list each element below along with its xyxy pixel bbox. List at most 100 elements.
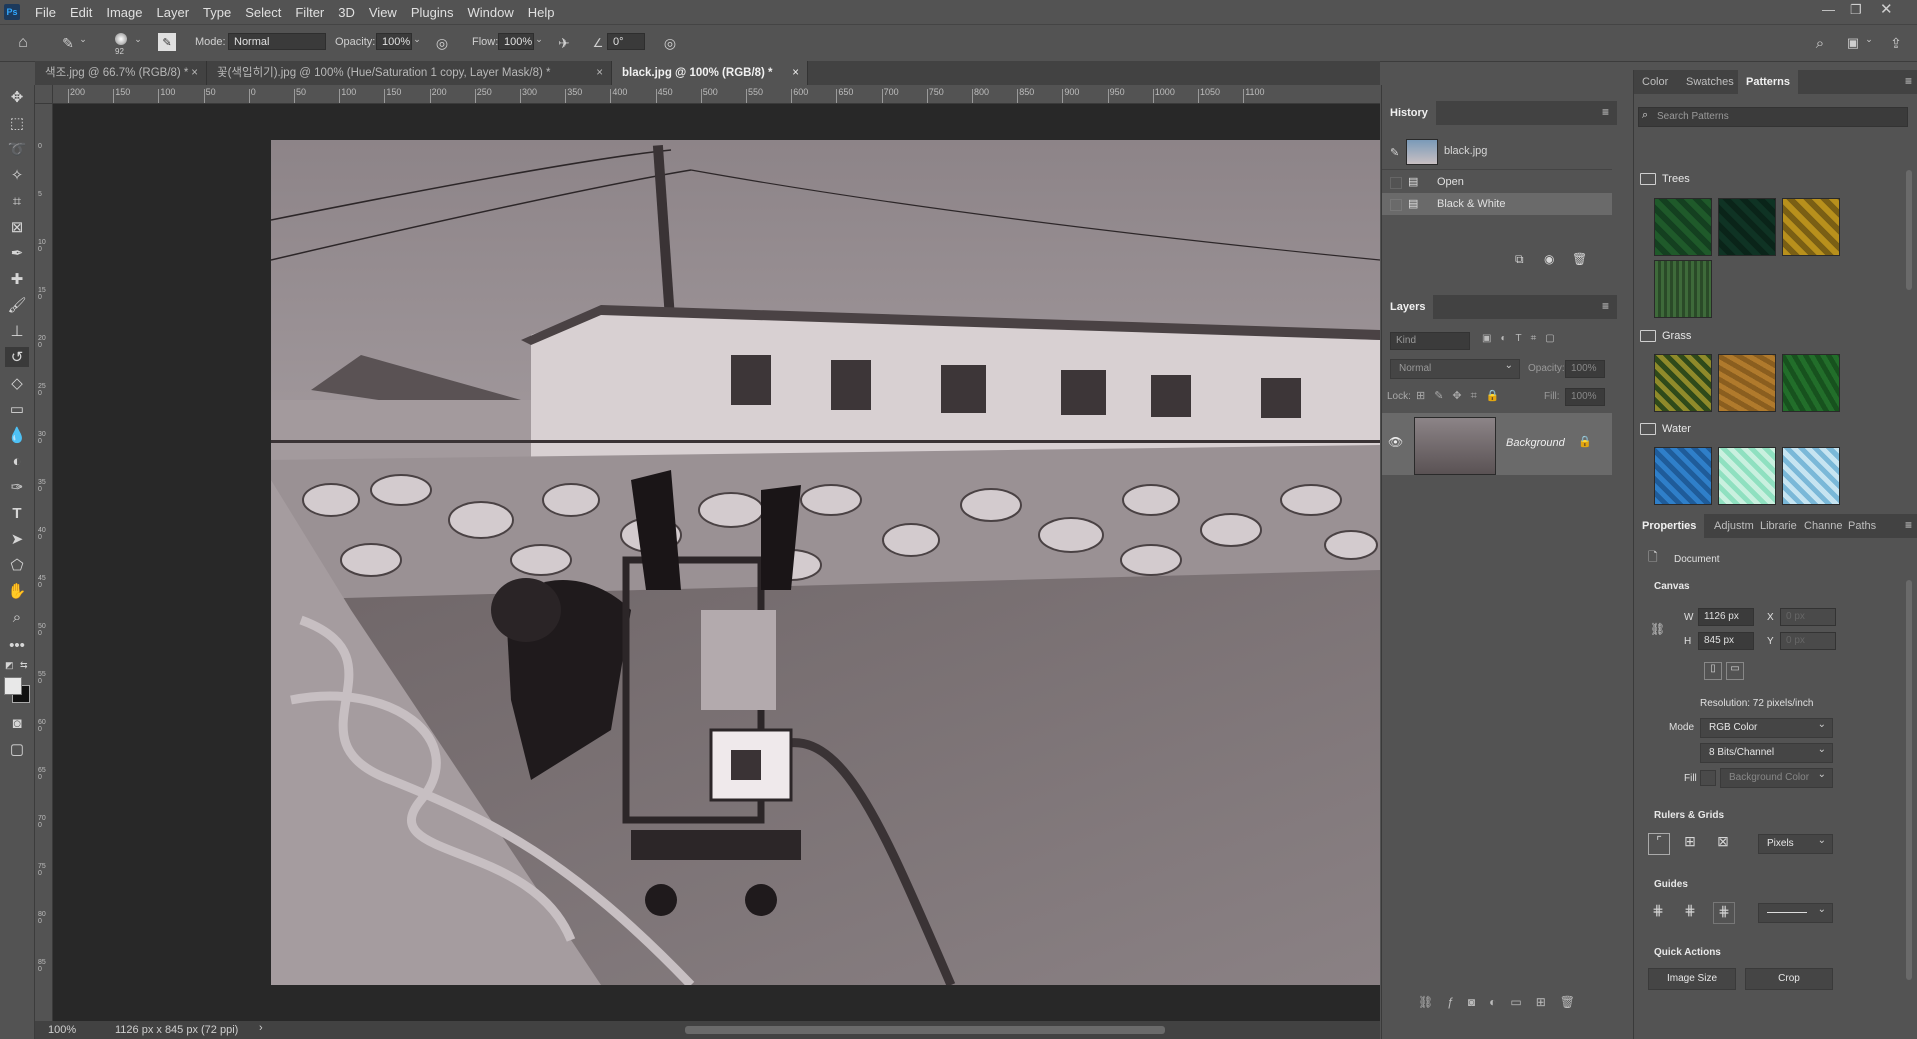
crop-button[interactable]: Crop <box>1745 968 1833 990</box>
layer-fill-field[interactable]: 100% <box>1565 388 1605 406</box>
status-arrow-icon[interactable]: › <box>259 1022 263 1034</box>
eyedropper-tool-icon[interactable]: ✒ <box>5 243 29 263</box>
share-icon[interactable]: ⇪ <box>1886 33 1906 53</box>
menu-plugins[interactable]: Plugins <box>404 5 461 20</box>
close-icon[interactable]: × <box>596 61 603 85</box>
pattern-swatch[interactable] <box>1718 447 1776 505</box>
horizontal-scrollbar[interactable] <box>685 1026 1165 1034</box>
eye-icon[interactable]: 👁 <box>1388 435 1403 449</box>
history-source-box[interactable] <box>1390 177 1402 189</box>
quick-mask-icon[interactable]: ◙ <box>5 713 29 733</box>
history-brush-source-icon[interactable]: ✎ <box>1390 146 1399 159</box>
panel-menu-icon[interactable]: ≡ <box>1905 74 1912 88</box>
chevron-down-icon[interactable]: ⌄ <box>133 34 143 45</box>
crop-tool-icon[interactable]: ⌗ <box>5 191 29 211</box>
menu-3d[interactable]: 3D <box>331 5 362 20</box>
menu-file[interactable]: File <box>28 5 63 20</box>
bit-depth-dropdown[interactable]: 8 Bits/Channel <box>1700 741 1833 763</box>
grid-icon[interactable]: ⊞ <box>1680 833 1700 853</box>
quick-select-tool-icon[interactable]: ✧ <box>5 165 29 185</box>
close-window-icon[interactable]: ✕ <box>1880 0 1893 18</box>
pattern-swatch[interactable] <box>1782 198 1840 256</box>
panel-menu-icon[interactable]: ≡ <box>1602 299 1609 313</box>
screen-mode-icon[interactable]: ▢ <box>5 739 29 759</box>
pattern-group-water[interactable]: Water <box>1640 423 1691 436</box>
guides-toggle-icon[interactable]: ⋕ <box>1648 902 1668 922</box>
tab-layers[interactable]: Layers <box>1382 295 1434 319</box>
pattern-swatch[interactable] <box>1654 447 1712 505</box>
zoom-level[interactable]: 100% <box>48 1024 76 1036</box>
panel-menu-icon[interactable]: ≡ <box>1905 518 1912 532</box>
brush-tool-icon[interactable]: 🖌 <box>5 295 29 315</box>
gradient-tool-icon[interactable]: ▭ <box>5 399 29 419</box>
menu-type[interactable]: Type <box>196 5 238 20</box>
tab-document-1[interactable]: 색조.jpg @ 66.7% (RGB/8) * × <box>35 61 207 85</box>
add-guide-icon[interactable]: ⋕ <box>1680 902 1700 922</box>
swap-colors-icon[interactable]: ⇆ <box>20 660 28 671</box>
properties-scrollbar[interactable] <box>1906 580 1912 980</box>
menu-edit[interactable]: Edit <box>63 5 99 20</box>
pattern-swatch[interactable] <box>1782 354 1840 412</box>
search-icon[interactable]: ⌕ <box>1810 33 1830 53</box>
path-select-icon[interactable]: ➤ <box>5 529 29 549</box>
healing-brush-icon[interactable]: ✚ <box>5 269 29 289</box>
color-mode-dropdown[interactable]: RGB Color <box>1700 716 1833 738</box>
more-tools-icon[interactable]: ••• <box>5 635 29 655</box>
pattern-swatch[interactable] <box>1718 198 1776 256</box>
layers-footer-icons[interactable]: ⛓ƒ◙◐▭⊞🗑 <box>1382 995 1617 1017</box>
history-snapshot[interactable]: ✎ black.jpg <box>1382 135 1612 170</box>
camera-icon[interactable]: ◉ <box>1544 252 1554 266</box>
mode-dropdown[interactable]: Normal <box>228 33 326 50</box>
rulers-grids-section-label[interactable]: Rulers & Grids <box>1654 810 1724 821</box>
tab-history[interactable]: History <box>1382 101 1436 125</box>
minimize-icon[interactable]: — <box>1822 2 1835 17</box>
layer-opacity-field[interactable]: 100% <box>1565 360 1605 378</box>
chevron-down-icon[interactable]: ⌄ <box>412 34 422 45</box>
layer-name[interactable]: Background <box>1506 437 1565 449</box>
chevron-down-icon[interactable]: ⌄ <box>1864 34 1874 45</box>
hand-tool-icon[interactable]: ✋ <box>5 581 29 601</box>
menu-image[interactable]: Image <box>99 5 149 20</box>
guides-section-label[interactable]: Guides <box>1654 879 1688 890</box>
eraser-tool-icon[interactable]: ◇ <box>5 373 29 393</box>
layer-filter-icons[interactable]: ▣◐T⌗▢ <box>1482 333 1564 344</box>
tab-patterns[interactable]: Patterns <box>1738 70 1799 94</box>
tab-properties[interactable]: Properties <box>1634 514 1705 538</box>
blur-tool-icon[interactable]: 💧 <box>5 425 29 445</box>
home-icon[interactable]: ⌂ <box>12 33 34 53</box>
tab-color[interactable]: Color <box>1634 70 1676 94</box>
layer-row-background[interactable]: 👁 Background 🔒 <box>1382 413 1612 475</box>
clone-stamp-icon[interactable]: ⊥ <box>5 321 29 341</box>
brush-size-preview[interactable] <box>111 29 131 49</box>
guide-layout-icon[interactable]: ⋕ <box>1713 902 1735 924</box>
canvas-section-label[interactable]: Canvas <box>1654 581 1690 592</box>
tab-libraries[interactable]: Librarie <box>1756 514 1801 538</box>
pattern-group-trees[interactable]: Trees <box>1640 173 1690 186</box>
workspace-icon[interactable]: ▣ <box>1843 33 1863 53</box>
menu-filter[interactable]: Filter <box>288 5 331 20</box>
search-patterns-input[interactable]: Search Patterns <box>1638 107 1908 127</box>
tab-adjustments[interactable]: Adjustm <box>1710 514 1758 538</box>
tab-swatches[interactable]: Swatches <box>1678 70 1742 94</box>
move-tool-icon[interactable]: ✥ <box>5 87 29 107</box>
pixel-grid-icon[interactable]: ⊠ <box>1713 833 1733 853</box>
pattern-swatch[interactable] <box>1654 260 1712 318</box>
ruler-toggle-icon[interactable]: ⌜ <box>1648 833 1670 855</box>
marquee-tool-icon[interactable]: ⬚ <box>5 113 29 133</box>
menu-help[interactable]: Help <box>521 5 562 20</box>
menu-select[interactable]: Select <box>238 5 288 20</box>
image-size-button[interactable]: Image Size <box>1648 968 1736 990</box>
document-image[interactable] <box>271 140 1380 985</box>
link-icon[interactable]: ⛓ <box>1650 622 1665 636</box>
canvas-height-field[interactable]: 845 px <box>1698 632 1754 650</box>
portrait-icon[interactable]: ▯ <box>1704 662 1722 680</box>
layer-filter-kind[interactable]: Kind <box>1390 332 1470 350</box>
panel-menu-icon[interactable]: ≡ <box>1602 105 1609 119</box>
history-item[interactable]: ▤ Open <box>1382 171 1612 193</box>
flow-field[interactable]: 100% <box>498 33 534 50</box>
canvas-width-field[interactable]: 1126 px <box>1698 608 1754 626</box>
history-brush-icon[interactable]: ↺ <box>5 347 29 367</box>
layer-blend-mode[interactable]: Normal <box>1390 357 1520 379</box>
landscape-icon[interactable]: ▭ <box>1726 662 1744 680</box>
type-tool-icon[interactable]: T <box>5 503 29 523</box>
